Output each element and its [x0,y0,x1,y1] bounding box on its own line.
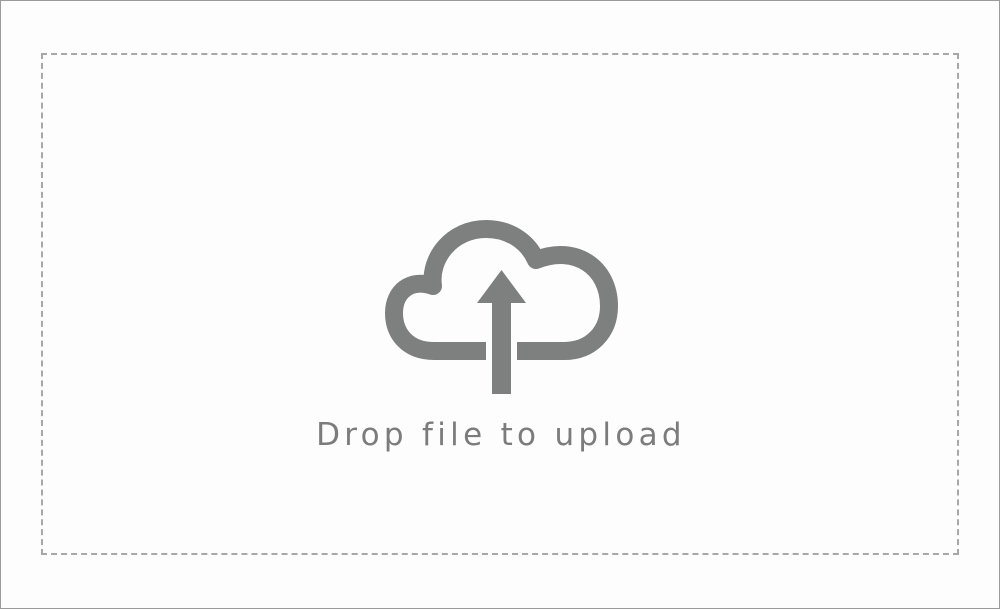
drop-instruction-text: Drop file to upload [316,417,686,453]
upload-panel: Drop file to upload [0,0,1000,609]
cloud-upload-icon [385,220,618,394]
